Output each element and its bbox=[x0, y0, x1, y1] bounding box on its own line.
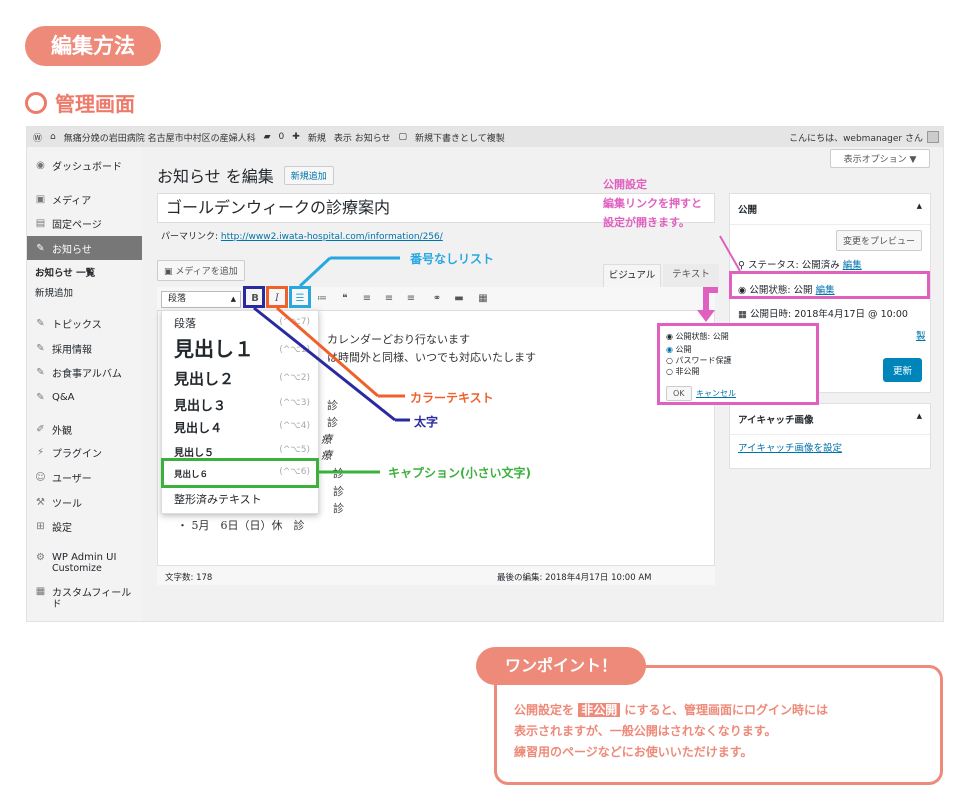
publish-note-line-2: 編集リンクを押すと bbox=[603, 197, 702, 210]
onepoint-highlight: 非公開 bbox=[578, 703, 621, 717]
label-caption: キャプション(小さい文字) bbox=[388, 466, 531, 480]
label-bold: 太字 bbox=[414, 415, 439, 429]
onepoint-line-3: 練習用のページなどにお使いいただけます。 bbox=[514, 745, 753, 759]
onepoint-before: 公開設定を bbox=[514, 703, 575, 717]
label-color-text: カラーテキスト bbox=[410, 391, 494, 405]
onepoint-text: 公開設定を 非公開 にすると、管理画面にログイン時には 表示されますが、一般公開… bbox=[514, 700, 934, 763]
onepoint-title: ワンポイント！ bbox=[476, 647, 646, 685]
publish-note-line-3: 設定が開きます。 bbox=[603, 216, 690, 229]
label-publish-note: 公開設定 編集リンクを押すと 設定が開きます。 bbox=[603, 175, 702, 232]
onepoint-line-2: 表示されますが、一般公開はされなくなります。 bbox=[514, 724, 777, 738]
onepoint-line-1: 公開設定を 非公開 にすると、管理画面にログイン時には bbox=[514, 700, 934, 721]
publish-note-line-1: 公開設定 bbox=[603, 178, 647, 191]
label-bullet-list: 番号なしリスト bbox=[410, 252, 495, 266]
onepoint-after: にすると、管理画面にログイン時には bbox=[624, 703, 829, 717]
